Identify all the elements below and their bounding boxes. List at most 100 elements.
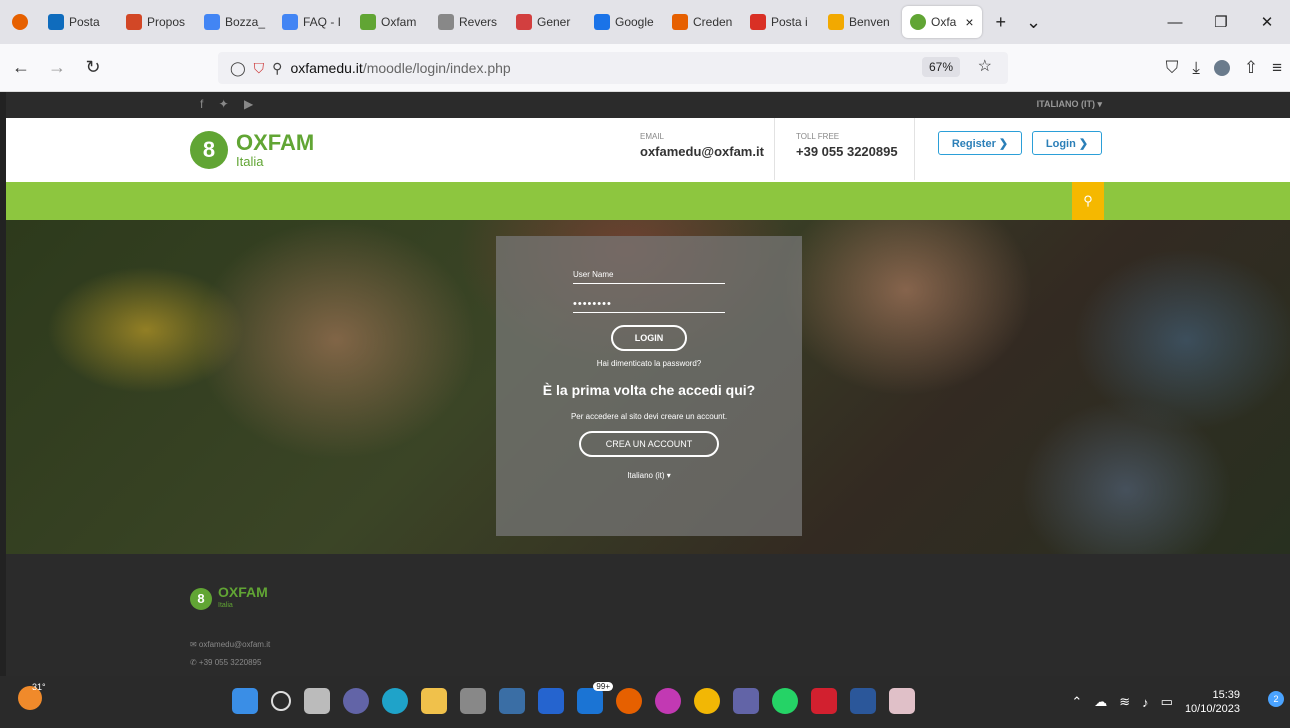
browser-tab[interactable]: Gener <box>508 6 586 38</box>
browser-tab[interactable]: Creden <box>664 6 742 38</box>
task-view-icon[interactable] <box>304 688 330 714</box>
browser-tab[interactable]: Benven <box>820 6 898 38</box>
create-account-button[interactable]: CREA UN ACCOUNT <box>579 431 719 457</box>
shield-icon[interactable]: ◯ <box>230 60 246 77</box>
zoom-level[interactable]: 67% <box>921 57 960 77</box>
whatsapp-icon[interactable] <box>772 688 798 714</box>
back-icon[interactable]: ← <box>6 57 36 78</box>
footer-logo[interactable]: 8 OXFAM Italia <box>190 585 268 612</box>
footer-logo-subtitle: Italia <box>218 602 233 609</box>
tab-label: Oxfam <box>381 15 417 29</box>
notification-badge[interactable]: 2 <box>1268 691 1284 707</box>
tab-label: Google <box>615 15 654 29</box>
onedrive-icon[interactable]: ☁ <box>1094 694 1107 710</box>
oxfam-logo[interactable]: 8 OXFAM Italia <box>190 131 314 169</box>
url-bar[interactable]: ◯ ⛉ ⚲ oxfamedu.it/moodle/login/index.php… <box>218 52 1008 84</box>
login-button[interactable]: Login ❯ <box>1032 131 1102 155</box>
browser-tab[interactable]: Revers <box>430 6 508 38</box>
bookmark-star-icon[interactable]: ☆ <box>978 56 992 76</box>
username-input[interactable]: User Name <box>573 270 725 284</box>
browser-tab[interactable]: Posta <box>40 6 118 38</box>
download-icon[interactable]: ⤓ <box>1192 58 1200 78</box>
browser-tab[interactable]: Google <box>586 6 664 38</box>
teams-icon[interactable] <box>733 688 759 714</box>
tracking-icon[interactable]: ⛉ <box>254 60 265 77</box>
time: 15:39 <box>1212 689 1240 701</box>
firefox-icon[interactable] <box>616 688 642 714</box>
tollfree-label: TOLL FREE <box>796 132 840 141</box>
forward-icon[interactable]: → <box>42 57 72 78</box>
password-input[interactable]: •••••••• <box>573 298 725 313</box>
menu-icon[interactable]: ≡ <box>1272 58 1282 78</box>
language-menu[interactable]: ITALIANO (IT) ▾ <box>1037 99 1102 110</box>
restore-icon[interactable]: ❐ <box>1198 13 1244 31</box>
new-tab-button[interactable]: + <box>986 12 1017 33</box>
browser-tabstrip: Posta Propos Bozza_ FAQ - I Oxfam Revers Gener… <box>0 0 1290 44</box>
acrobat-icon[interactable] <box>811 688 837 714</box>
clock[interactable]: 15:39 10/10/2023 <box>1185 688 1240 716</box>
file-explorer-icon[interactable] <box>421 688 447 714</box>
logo-subtitle: Italia <box>236 153 264 169</box>
browser-tab[interactable]: Propos <box>118 6 196 38</box>
temperature: 31° <box>32 682 46 692</box>
windows-taskbar: 31° 99+ ⌃ ☁ ≋ ♪ ▭ 15:39 10/10/2023 2 <box>0 676 1290 728</box>
battery-icon[interactable]: ▭ <box>1161 694 1173 710</box>
badge: 99+ <box>593 682 613 691</box>
copilot-icon[interactable] <box>499 688 525 714</box>
language-select[interactable]: Italiano (it) ▾ <box>627 471 671 480</box>
chat-icon[interactable] <box>343 688 369 714</box>
logo-title: OXFAM <box>236 129 315 155</box>
start-icon[interactable] <box>232 688 258 714</box>
edge-icon[interactable] <box>382 688 408 714</box>
site-topbar: f ✦ ▶ ITALIANO (IT) ▾ <box>6 92 1290 118</box>
tab-label: Creden <box>693 15 733 29</box>
chrome-icon[interactable] <box>694 688 720 714</box>
browser-tab[interactable]: Oxfam <box>352 6 430 38</box>
tab-label: Oxfa <box>931 15 957 29</box>
app-icon[interactable] <box>655 688 681 714</box>
store-icon[interactable] <box>460 688 486 714</box>
firefox-menu-icon[interactable] <box>0 6 40 38</box>
todo-icon[interactable] <box>538 688 564 714</box>
pocket-icon[interactable]: ⛉ <box>1166 58 1179 78</box>
tab-list-chevron-icon[interactable]: ⌄ <box>1016 12 1051 33</box>
snipping-icon[interactable] <box>889 688 915 714</box>
browser-tab[interactable]: Bozza_ <box>196 6 274 38</box>
url-domain: oxfamedu.it <box>290 60 363 76</box>
volume-icon[interactable]: ♪ <box>1142 695 1149 710</box>
mail-icon[interactable]: 99+ <box>577 682 613 714</box>
footer-email[interactable]: ✉ oxfamedu@oxfam.it <box>190 640 270 649</box>
extensions-icon[interactable]: ⇧ <box>1244 58 1258 78</box>
tab-label: FAQ - I <box>303 15 342 29</box>
account-icon[interactable] <box>1213 60 1230 76</box>
tab-label: Revers <box>459 15 498 29</box>
forgot-password-link[interactable]: Hai dimenticato la password? <box>597 359 702 368</box>
favicon-icon <box>48 14 64 30</box>
weather-icon[interactable]: 31° <box>18 682 46 710</box>
window-controls: — ❐ ✕ <box>1152 0 1290 44</box>
favicon-icon <box>828 14 844 30</box>
nav-bar: ⚲ <box>6 182 1290 220</box>
close-tab-icon[interactable]: × <box>965 14 973 30</box>
oxfam-logo-icon: 8 <box>190 131 228 169</box>
site-header: 8 OXFAM Italia EMAIL oxfamedu@oxfam.it T… <box>6 118 1290 182</box>
tab-label: Posta <box>69 15 100 29</box>
search-icon[interactable]: ⚲ <box>1072 182 1104 220</box>
chevron-up-icon[interactable]: ⌃ <box>1071 694 1082 710</box>
favicon-icon <box>516 14 532 30</box>
search-icon[interactable] <box>271 691 291 711</box>
tab-label: Gener <box>537 15 571 29</box>
webpage: f ✦ ▶ ITALIANO (IT) ▾ 8 OXFAM Italia EMA… <box>6 92 1290 676</box>
login-submit-button[interactable]: LOGIN <box>611 325 687 351</box>
reload-icon[interactable]: ↻ <box>78 57 108 78</box>
minimize-icon[interactable]: — <box>1152 14 1198 31</box>
tab-active[interactable]: Oxfa × <box>902 6 982 38</box>
browser-tab[interactable]: FAQ - I <box>274 6 352 38</box>
register-button[interactable]: Register ❯ <box>938 131 1022 155</box>
word-icon[interactable] <box>850 688 876 714</box>
social-icons[interactable]: f ✦ ▶ <box>200 97 259 111</box>
close-window-icon[interactable]: ✕ <box>1244 13 1290 31</box>
browser-tab[interactable]: Posta i <box>742 6 820 38</box>
wifi-icon[interactable]: ≋ <box>1119 694 1130 710</box>
site-info-icon[interactable]: ⚲ <box>272 60 282 77</box>
